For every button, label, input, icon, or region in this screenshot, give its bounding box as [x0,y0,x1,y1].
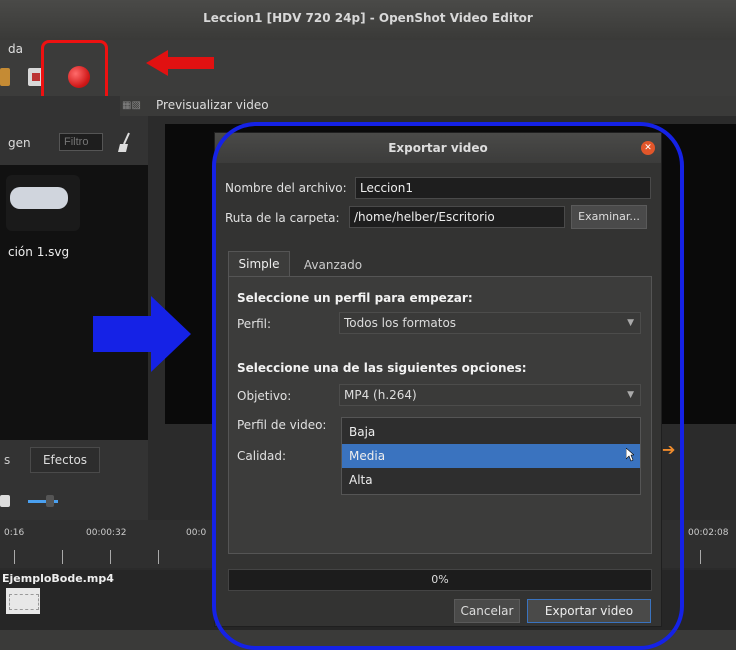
red-arrow-icon [146,50,214,76]
tab-effects[interactable]: Efectos [30,447,100,473]
clip-thumbnail[interactable] [6,588,40,614]
import-icon[interactable] [0,68,10,86]
tick-label: 00:00:32 [86,528,127,538]
highlight-frame [212,122,684,650]
preview-title: Previsualizar video [156,98,269,112]
tick-label: 0:16 [4,528,25,538]
tick [62,550,63,564]
clear-filter-icon[interactable] [118,132,132,152]
tick [14,550,15,564]
tick [110,550,111,564]
title-bar: Leccion1 [HDV 720 24p] - OpenShot Video … [0,0,736,41]
dock-handle-icon[interactable]: ▦▧ [122,100,141,111]
window-title: Leccion1 [HDV 720 24p] - OpenShot Video … [203,11,533,25]
zoom-slider[interactable] [0,490,148,512]
left-tabs: s Efectos [0,445,148,475]
filter-row: gen [0,130,148,156]
clip-name[interactable]: EjemploBode.mp4 [2,572,114,585]
blue-arrow-icon [93,296,191,372]
filter-type-label[interactable]: gen [8,136,31,150]
file-name[interactable]: ción 1.svg [8,245,69,259]
tick [700,550,701,564]
file-thumbnail[interactable] [6,175,80,231]
menu-bar: da [0,40,736,60]
menu-help[interactable]: da [8,42,23,56]
tick-label: 00:02:08 [688,528,729,538]
toolbar [0,60,736,97]
tick-label: 00:0 [186,528,207,538]
preview-header: ▦▧ Previsualizar video [120,96,736,116]
zoom-handle[interactable] [46,495,54,507]
thumbnail-image [10,187,68,209]
tick [158,550,159,564]
filter-input[interactable] [59,133,103,151]
tab-transitions[interactable]: s [4,453,10,467]
zoom-icon [0,495,10,507]
